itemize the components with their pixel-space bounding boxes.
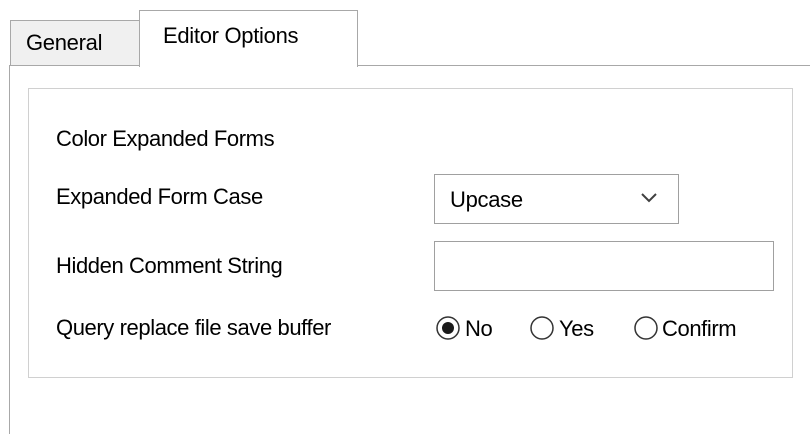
radio-confirm-label: Confirm: [662, 316, 737, 341]
tab-general[interactable]: General: [10, 20, 140, 66]
editor-options-dialog: General Editor Options Color Expanded Fo…: [0, 0, 810, 434]
expanded-form-case-label: Expanded Form Case: [56, 184, 263, 209]
hidden-comment-string-label: Hidden Comment String: [56, 253, 283, 278]
tab-general-label: General: [26, 30, 103, 55]
tab-editor-options-label: Editor Options: [163, 23, 299, 48]
radio-yes[interactable]: [530, 316, 554, 340]
hidden-comment-string-input[interactable]: [434, 241, 774, 291]
color-expanded-forms-label: Color Expanded Forms: [56, 126, 275, 151]
radio-yes-label: Yes: [559, 316, 594, 341]
radio-no[interactable]: [436, 316, 460, 340]
chevron-down-icon: [641, 193, 657, 203]
radio-no-label: No: [465, 316, 493, 341]
expanded-form-case-value: Upcase: [450, 187, 523, 212]
query-replace-label: Query replace file save buffer: [56, 315, 331, 340]
expanded-form-case-select[interactable]: Upcase: [434, 174, 679, 224]
tab-editor-options[interactable]: Editor Options: [139, 10, 358, 67]
radio-confirm[interactable]: [634, 316, 658, 340]
